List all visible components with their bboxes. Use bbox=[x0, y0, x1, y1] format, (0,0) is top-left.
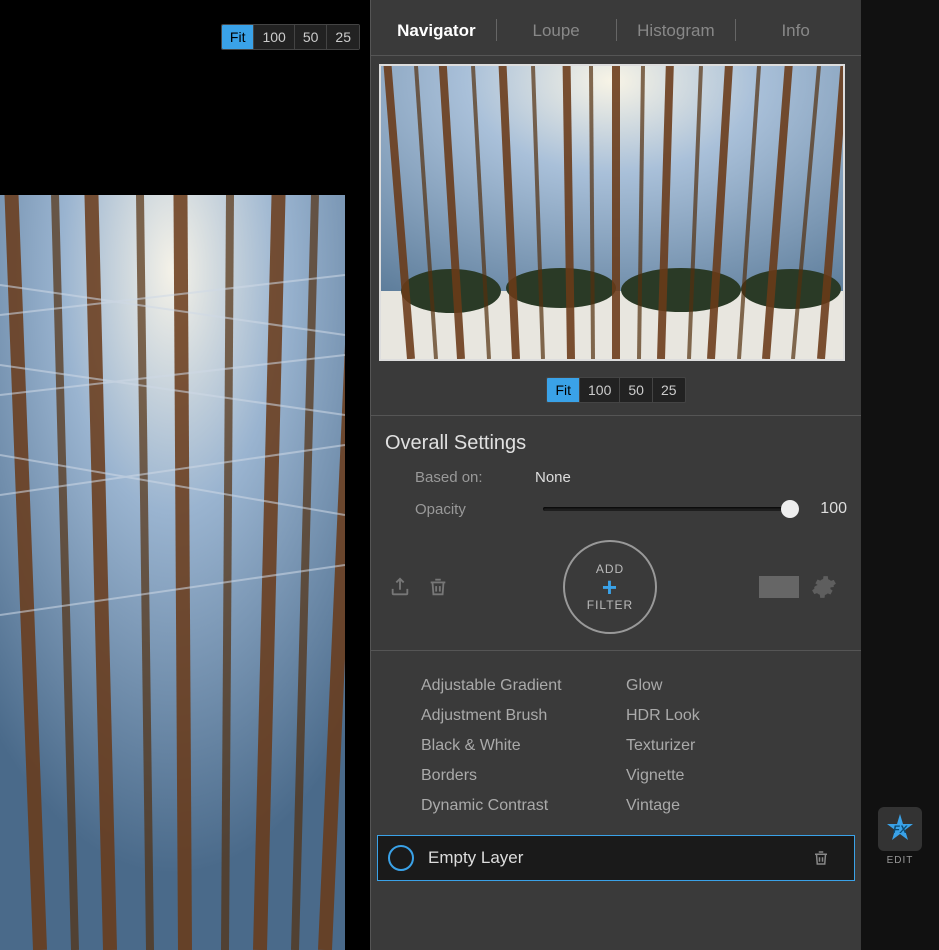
svg-text:FX: FX bbox=[893, 824, 908, 836]
add-plus-icon: + bbox=[602, 578, 618, 596]
filter-hdr-look[interactable]: HDR Look bbox=[626, 701, 831, 731]
based-on-label: Based on: bbox=[385, 469, 535, 486]
layer-visibility-toggle[interactable] bbox=[388, 845, 414, 871]
filter-dynamic-contrast[interactable]: Dynamic Contrast bbox=[421, 791, 626, 821]
main-zoom-preset-25[interactable]: 25 bbox=[327, 25, 359, 49]
tab-info[interactable]: Info bbox=[736, 21, 855, 55]
panel-tabs: NavigatorLoupeHistogramInfo bbox=[371, 0, 861, 56]
add-filter-button[interactable]: ADD + FILTER bbox=[563, 540, 657, 634]
filter-adjustment-brush[interactable]: Adjustment Brush bbox=[421, 701, 626, 731]
main-canvas[interactable] bbox=[0, 195, 345, 950]
tab-loupe[interactable]: Loupe bbox=[497, 21, 616, 55]
tab-navigator[interactable]: Navigator bbox=[377, 21, 496, 55]
based-on-value[interactable]: None bbox=[535, 469, 571, 486]
filter-vignette[interactable]: Vignette bbox=[626, 761, 831, 791]
navigator-preview[interactable] bbox=[379, 64, 845, 361]
fx-edit-tool[interactable]: FX EDIT bbox=[875, 807, 925, 866]
nav-zoom-preset-100[interactable]: 100 bbox=[580, 378, 620, 402]
nav-zoom-preset-50[interactable]: 50 bbox=[620, 378, 653, 402]
opacity-thumb[interactable] bbox=[781, 500, 799, 518]
filter-adjustable-gradient[interactable]: Adjustable Gradient bbox=[421, 671, 626, 701]
opacity-slider[interactable] bbox=[543, 507, 799, 511]
color-swatch[interactable] bbox=[759, 576, 799, 598]
main-zoom-preset-100[interactable]: 100 bbox=[254, 25, 294, 49]
filter-black-white[interactable]: Black & White bbox=[421, 731, 626, 761]
settings-heading: Overall Settings bbox=[385, 432, 847, 455]
main-zoom-preset-fit[interactable]: Fit bbox=[222, 25, 255, 49]
opacity-value: 100 bbox=[807, 500, 847, 518]
opacity-label: Opacity bbox=[385, 501, 535, 518]
nav-zoom-preset-fit[interactable]: Fit bbox=[547, 378, 580, 402]
nav-zoom-preset-25[interactable]: 25 bbox=[653, 378, 685, 402]
filter-texturizer[interactable]: Texturizer bbox=[626, 731, 831, 761]
fx-edit-label: EDIT bbox=[887, 855, 914, 866]
add-label-bottom: FILTER bbox=[587, 598, 633, 612]
filter-vintage[interactable]: Vintage bbox=[626, 791, 831, 821]
layer-delete-icon[interactable] bbox=[806, 843, 836, 873]
layer-name: Empty Layer bbox=[428, 848, 806, 868]
filter-list: Adjustable GradientAdjustment BrushBlack… bbox=[371, 650, 861, 835]
export-icon[interactable] bbox=[385, 572, 415, 602]
main-zoom-presets: Fit1005025 bbox=[221, 24, 360, 50]
tab-histogram[interactable]: Histogram bbox=[617, 21, 736, 55]
layer-row[interactable]: Empty Layer bbox=[377, 835, 855, 881]
main-zoom-preset-50[interactable]: 50 bbox=[295, 25, 328, 49]
gear-icon[interactable] bbox=[809, 572, 839, 602]
fx-star-icon: FX bbox=[882, 811, 918, 847]
trash-icon[interactable] bbox=[423, 572, 453, 602]
filter-borders[interactable]: Borders bbox=[421, 761, 626, 791]
navigator-zoom-presets: Fit1005025 bbox=[546, 377, 685, 403]
filter-glow[interactable]: Glow bbox=[626, 671, 831, 701]
